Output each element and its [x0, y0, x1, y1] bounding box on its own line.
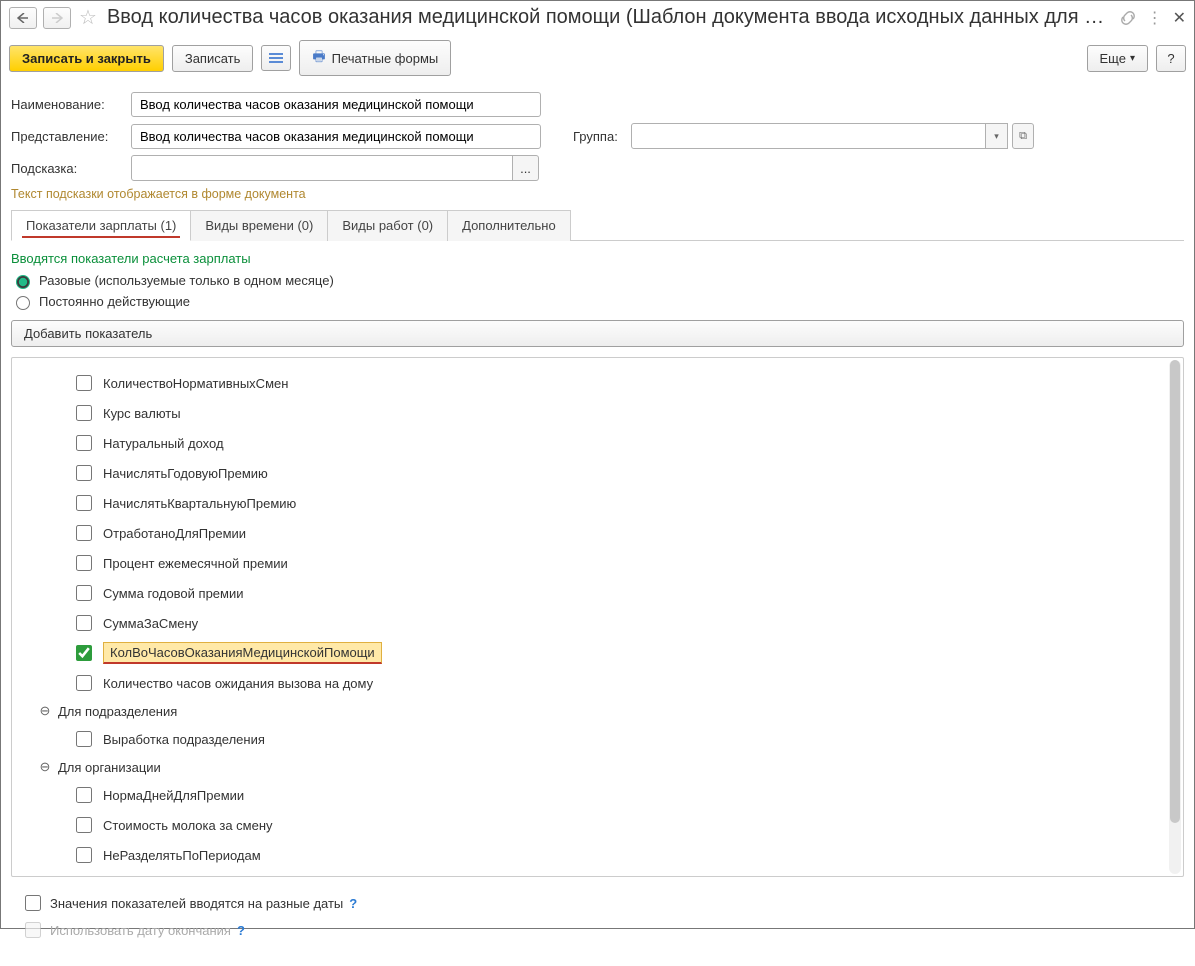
arrow-right-icon	[51, 13, 63, 23]
scrollbar[interactable]	[1169, 360, 1181, 874]
representation-label: Представление:	[11, 129, 123, 144]
add-indicator-button[interactable]: Добавить показатель	[11, 320, 1184, 347]
nav-back-button[interactable]	[9, 7, 37, 29]
values-on-different-dates-label: Значения показателей вводятся на разные …	[50, 896, 343, 911]
item-checkbox[interactable]	[76, 731, 92, 747]
titlebar: ☆ Ввод количества часов оказания медицин…	[1, 1, 1194, 34]
hint-expand-button[interactable]: ...	[513, 155, 539, 181]
item-checkbox[interactable]	[76, 675, 92, 691]
radio-permanent[interactable]	[16, 296, 30, 310]
hint-label: Подсказка:	[11, 161, 123, 176]
chevron-down-icon: ▾	[994, 131, 999, 142]
list-item: Количество часов ожидания вызова на дому	[22, 668, 1173, 698]
collapse-icon[interactable]: ⊖	[38, 703, 52, 719]
radio-onetime-label: Разовые (используемые только в одном мес…	[39, 273, 334, 288]
group-label: Для подразделения	[58, 704, 177, 719]
help-icon[interactable]: ?	[237, 923, 245, 938]
save-and-close-button[interactable]: Записать и закрыть	[9, 45, 164, 72]
item-checkbox[interactable]	[76, 525, 92, 541]
group-input[interactable]	[631, 123, 986, 149]
list-item: КолВоЧасовОказанияМедицинскойПомощи	[22, 638, 1173, 668]
tab-additional[interactable]: Дополнительно	[447, 210, 571, 241]
group-open-button[interactable]: ⧉	[1012, 123, 1034, 149]
favorite-star-icon[interactable]: ☆	[79, 5, 97, 30]
item-checkbox[interactable]	[76, 847, 92, 863]
item-checkbox[interactable]	[76, 817, 92, 833]
arrow-left-icon	[17, 13, 29, 23]
group-dropdown-button[interactable]: ▾	[986, 123, 1008, 149]
item-checkbox[interactable]	[76, 645, 92, 661]
list-item: НачислятьГодовуюПремию	[22, 458, 1173, 488]
item-checkbox[interactable]	[76, 405, 92, 421]
representation-input[interactable]	[131, 124, 541, 149]
tab-salary-indicators[interactable]: Показатели зарплаты (1)	[11, 210, 191, 241]
link-icon[interactable]	[1119, 9, 1137, 27]
footer: Значения показателей вводятся на разные …	[11, 877, 1184, 956]
list-item: СуммаЗаСмену	[22, 608, 1173, 638]
tab-work-types[interactable]: Виды работ (0)	[327, 210, 448, 241]
open-external-icon: ⧉	[1019, 130, 1027, 143]
radio-permanent-label: Постоянно действующие	[39, 294, 190, 309]
item-checkbox[interactable]	[76, 375, 92, 391]
group-label: Группа:	[573, 129, 623, 144]
hint-input[interactable]	[131, 155, 513, 181]
use-end-date-label: Использовать дату окончания	[50, 923, 231, 938]
indicator-list: КоличествоНормативныхСмен Курс валюты На…	[11, 357, 1184, 877]
help-icon[interactable]: ?	[349, 896, 357, 911]
radio-onetime[interactable]	[16, 275, 30, 289]
list-item: ОтработаноДляПремии	[22, 518, 1173, 548]
list-icon	[269, 51, 283, 65]
save-button[interactable]: Записать	[172, 45, 254, 72]
item-checkbox[interactable]	[76, 615, 92, 631]
list-item: НачислятьКвартальнуюПремию	[22, 488, 1173, 518]
hint-help-text: Текст подсказки отображается в форме док…	[11, 187, 1184, 201]
list-item: НеРазделятьПоПериодам	[22, 840, 1173, 870]
tabs: Показатели зарплаты (1) Виды времени (0)…	[11, 209, 1184, 241]
list-item: Процент ежемесячной премии	[22, 548, 1173, 578]
close-icon[interactable]: ✕	[1173, 8, 1186, 28]
more-button[interactable]: Еще ▾	[1087, 45, 1148, 72]
item-checkbox[interactable]	[76, 435, 92, 451]
item-checkbox[interactable]	[76, 555, 92, 571]
name-input[interactable]	[131, 92, 541, 117]
tab-time-types[interactable]: Виды времени (0)	[190, 210, 328, 241]
list-item: НормаДнейДляПремии	[22, 780, 1173, 810]
printer-icon: 🖶	[312, 46, 325, 70]
item-checkbox[interactable]	[76, 495, 92, 511]
print-forms-label: Печатные формы	[332, 51, 439, 66]
group-row: ⊖ Для организации	[22, 754, 1173, 780]
nav-forward-button[interactable]	[43, 7, 71, 29]
chevron-down-icon: ▾	[1130, 53, 1135, 64]
highlighted-item: КолВоЧасовОказанияМедицинскойПомощи	[103, 642, 382, 664]
list-item: Натуральный доход	[22, 428, 1173, 458]
list-item: КоличествоНормативныхСмен	[22, 368, 1173, 398]
list-toggle-button[interactable]	[261, 45, 291, 71]
list-item: Курс валюты	[22, 398, 1173, 428]
page-title: Ввод количества часов оказания медицинск…	[107, 6, 1113, 29]
toolbar: Записать и закрыть Записать 🖶 Печатные ф…	[1, 34, 1194, 82]
collapse-icon[interactable]: ⊖	[38, 759, 52, 775]
item-checkbox[interactable]	[76, 585, 92, 601]
values-on-different-dates-checkbox[interactable]	[25, 895, 41, 911]
use-end-date-checkbox	[25, 922, 41, 938]
item-checkbox[interactable]	[76, 787, 92, 803]
list-item: Стоимость молока за смену	[22, 810, 1173, 840]
help-button[interactable]: ?	[1156, 45, 1186, 72]
group-row: ⊖ Для подразделения	[22, 698, 1173, 724]
more-vertical-icon[interactable]: ⋮	[1147, 8, 1163, 28]
list-item: Выработка подразделения	[22, 724, 1173, 754]
scrollbar-thumb[interactable]	[1170, 360, 1180, 823]
list-item: Сумма годовой премии	[22, 578, 1173, 608]
more-label: Еще	[1100, 51, 1126, 66]
tab-body: Вводятся показатели расчета зарплаты Раз…	[11, 241, 1184, 956]
print-forms-button[interactable]: 🖶 Печатные формы	[299, 40, 451, 76]
green-caption: Вводятся показатели расчета зарплаты	[11, 251, 1184, 266]
group-label: Для организации	[58, 760, 161, 775]
form-section: Наименование: Представление: Группа: ▾ ⧉…	[1, 82, 1194, 966]
item-checkbox[interactable]	[76, 465, 92, 481]
name-label: Наименование:	[11, 97, 123, 112]
